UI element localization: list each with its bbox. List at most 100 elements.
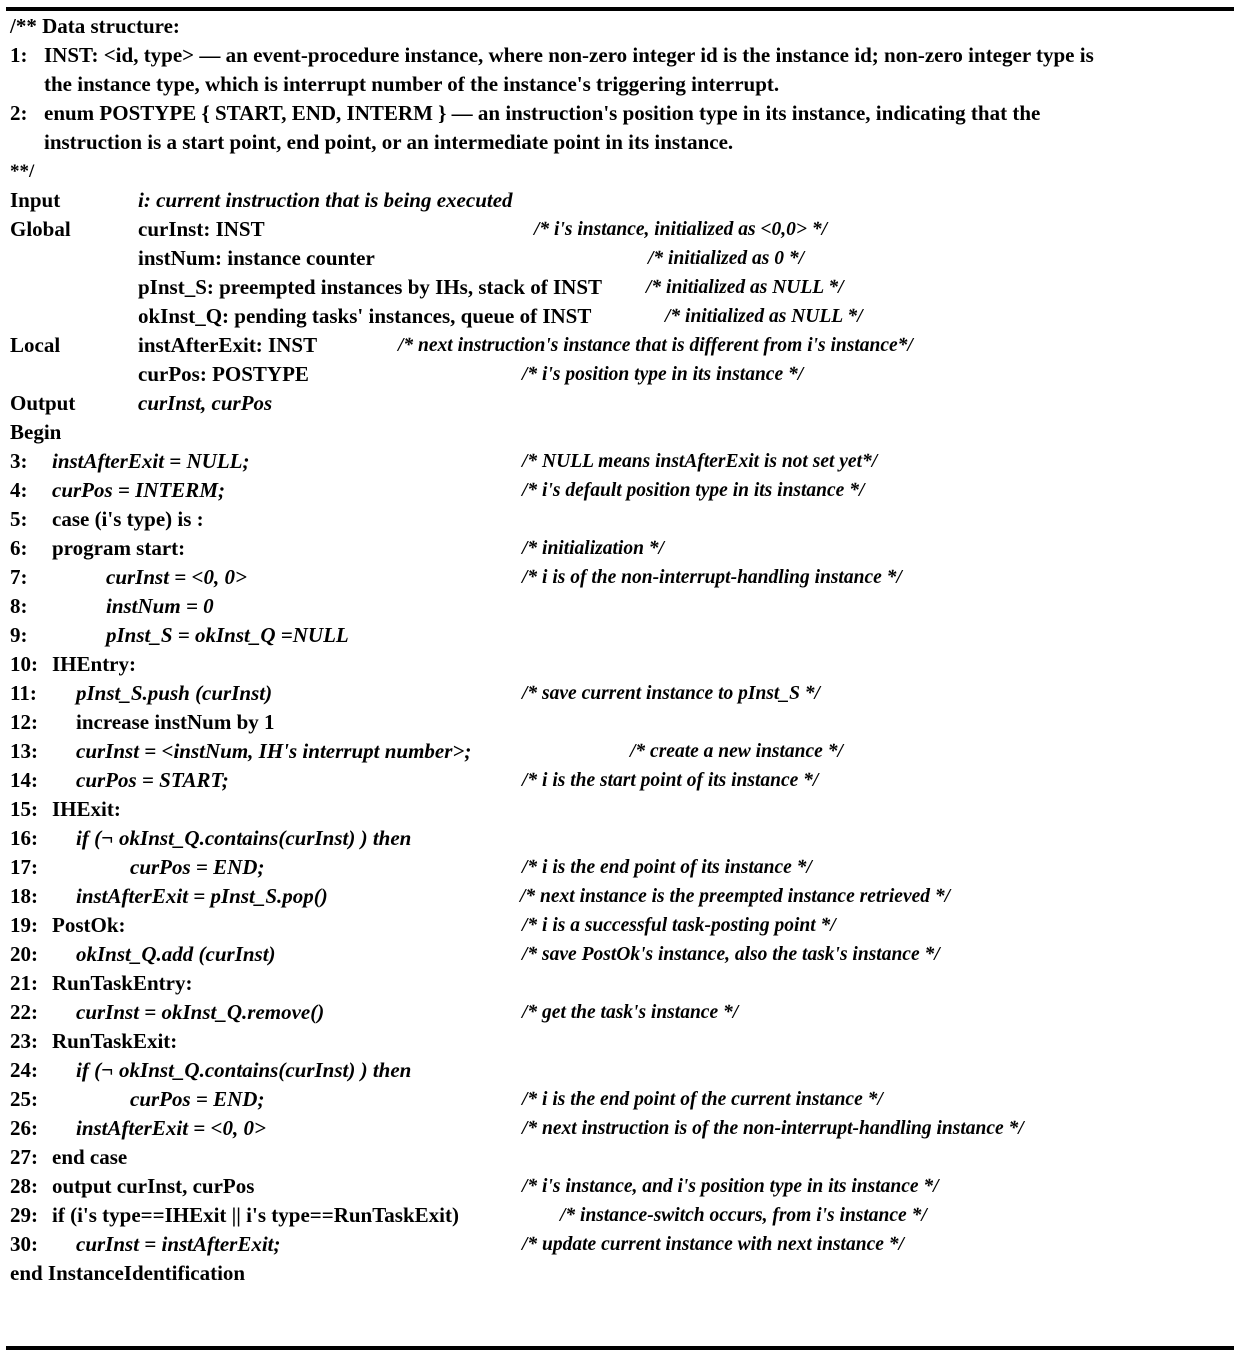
step-21-number: 21: [10, 971, 38, 995]
step-14: 14: curPos = START; /* i is the start po… [10, 766, 1232, 795]
step-5: 5: case (i's type) is : [10, 505, 1232, 534]
step-19-comment: /* i is a successful task-posting point … [522, 915, 836, 936]
step-9: 9: pInst_S = okInst_Q =NULL [10, 621, 1232, 650]
doc-item-2-number: 2: [10, 101, 28, 125]
step-8-code: instNum = 0 [106, 594, 214, 618]
step-16-number: 16: [10, 826, 38, 850]
section-global-okinst: okInst_Q: pending tasks' instances, queu… [10, 302, 1232, 331]
step-30-number: 30: [10, 1232, 38, 1256]
step-18-comment: /* next instance is the preempted instan… [520, 886, 951, 907]
step-12-number: 12: [10, 710, 38, 734]
doc-item-1-number: 1: [10, 43, 28, 67]
algorithm-body: /** Data structure: 1: INST: <id, type> … [10, 12, 1232, 1288]
step-26-code: instAfterExit = <0, 0> [76, 1116, 266, 1140]
section-global-okinst-comment: /* initialized as NULL */ [665, 306, 863, 327]
doc-comment-open: /** Data structure: [10, 14, 180, 38]
begin-label-text: Begin [10, 420, 62, 444]
step-5-number: 5: [10, 507, 28, 531]
step-9-code: pInst_S = okInst_Q =NULL [106, 623, 349, 647]
step-4-number: 4: [10, 478, 28, 502]
step-17-comment: /* i is the end point of its instance */ [522, 857, 812, 878]
section-global-pinst-decl: pInst_S: preempted instances by IHs, sta… [138, 275, 603, 299]
step-14-comment: /* i is the start point of its instance … [522, 770, 819, 791]
step-18-number: 18: [10, 884, 38, 908]
step-6: 6: program start: /* initialization */ [10, 534, 1232, 563]
step-16-code: if (¬ okInst_Q.contains(curInst) ) then [76, 826, 412, 850]
doc-item-1-text-1: INST: <id, type> — an event-procedure in… [44, 43, 1094, 67]
step-22: 22: curInst = okInst_Q.remove() /* get t… [10, 998, 1232, 1027]
section-output-label: Output [10, 391, 76, 415]
step-11-code: pInst_S.push (curInst) [76, 681, 273, 705]
section-input-label: Input [10, 188, 61, 212]
step-4: 4: curPos = INTERM; /* i's default posit… [10, 476, 1232, 505]
step-3-comment: /* NULL means instAfterExit is not set y… [522, 451, 878, 472]
step-22-number: 22: [10, 1000, 38, 1024]
step-6-code: program start: [52, 536, 186, 560]
doc-item-2-text-2: instruction is a start point, end point,… [44, 130, 734, 154]
doc-comment-close: **/ [10, 161, 35, 182]
section-global-pinst-comment: /* initialized as NULL */ [646, 277, 844, 298]
step-29: 29: if (i's type==IHExit || i's type==Ru… [10, 1201, 1232, 1230]
end-label-text: end InstanceIdentification [10, 1261, 246, 1285]
top-rule [6, 7, 1234, 11]
step-11-number: 11: [10, 681, 37, 705]
step-3: 3: instAfterExit = NULL; /* NULL means i… [10, 447, 1232, 476]
section-global-instnum: instNum: instance counter /* initialized… [10, 244, 1232, 273]
step-8-number: 8: [10, 594, 28, 618]
step-25-code: curPos = END; [130, 1087, 265, 1111]
step-26-number: 26: [10, 1116, 38, 1140]
section-local-curpos-decl: curPos: POSTYPE [138, 362, 309, 386]
step-4-code: curPos = INTERM; [52, 478, 225, 502]
step-28-comment: /* i's instance, and i's position type i… [522, 1176, 939, 1197]
step-14-number: 14: [10, 768, 38, 792]
step-23-number: 23: [10, 1029, 38, 1053]
begin-label: Begin [10, 418, 1232, 447]
step-3-code: instAfterExit = NULL; [52, 449, 250, 473]
step-30-code: curInst = instAfterExit; [76, 1232, 281, 1256]
step-15-number: 15: [10, 797, 38, 821]
step-24-number: 24: [10, 1058, 38, 1082]
end-label: end InstanceIdentification [10, 1259, 1232, 1288]
step-22-comment: /* get the task's instance */ [522, 1002, 739, 1023]
step-24: 24: if (¬ okInst_Q.contains(curInst) ) t… [10, 1056, 1232, 1085]
step-26-comment: /* next instruction is of the non-interr… [522, 1118, 1024, 1139]
section-local: Local instAfterExit: INST /* next instru… [10, 331, 1232, 360]
step-6-number: 6: [10, 536, 28, 560]
step-19-number: 19: [10, 913, 38, 937]
data-structure-doc-comment: /** Data structure: 1: INST: <id, type> … [10, 12, 1232, 186]
step-28: 28: output curInst, curPos /* i's instan… [10, 1172, 1232, 1201]
section-global-comment: /* i's instance, initialized as <0,0> */ [534, 219, 828, 240]
step-10-number: 10: [10, 652, 38, 676]
section-global-instnum-decl: instNum: instance counter [138, 246, 375, 270]
step-6-comment: /* initialization */ [522, 538, 664, 559]
step-5-code: case (i's type) is : [52, 507, 204, 531]
step-13-comment: /* create a new instance */ [630, 741, 843, 762]
step-25-number: 25: [10, 1087, 38, 1111]
section-local-comment: /* next instruction's instance that is d… [398, 335, 913, 356]
step-23-code: RunTaskExit: [52, 1029, 178, 1053]
step-13: 13: curInst = <instNum, IH's interrupt n… [10, 737, 1232, 766]
step-17-number: 17: [10, 855, 38, 879]
step-27-number: 27: [10, 1145, 38, 1169]
step-7-code: curInst = <0, 0> [106, 565, 247, 589]
step-19: 19: PostOk: /* i is a successful task-po… [10, 911, 1232, 940]
algorithm-figure: /** Data structure: 1: INST: <id, type> … [0, 0, 1240, 1363]
section-global-instnum-comment: /* initialized as 0 */ [648, 248, 805, 269]
step-17-code: curPos = END; [130, 855, 265, 879]
step-3-number: 3: [10, 449, 28, 473]
step-4-comment: /* i's default position type in its inst… [522, 480, 865, 501]
doc-item-2-text-1: enum POSTYPE { START, END, INTERM } — an… [44, 101, 1041, 125]
step-27: 27: end case [10, 1143, 1232, 1172]
step-15: 15: IHExit: [10, 795, 1232, 824]
step-9-number: 9: [10, 623, 28, 647]
step-11: 11: pInst_S.push (curInst) /* save curre… [10, 679, 1232, 708]
section-global-pinst: pInst_S: preempted instances by IHs, sta… [10, 273, 1232, 302]
step-18: 18: instAfterExit = pInst_S.pop() /* nex… [10, 882, 1232, 911]
step-29-code: if (i's type==IHExit || i's type==RunTas… [52, 1203, 459, 1227]
step-13-code: curInst = <instNum, IH's interrupt numbe… [76, 739, 472, 763]
section-local-curpos: curPos: POSTYPE /* i's position type in … [10, 360, 1232, 389]
step-25-comment: /* i is the end point of the current ins… [522, 1089, 883, 1110]
section-global-decl: curInst: INST [138, 217, 265, 241]
section-global-okinst-decl: okInst_Q: pending tasks' instances, queu… [138, 304, 592, 328]
step-14-code: curPos = START; [76, 768, 229, 792]
